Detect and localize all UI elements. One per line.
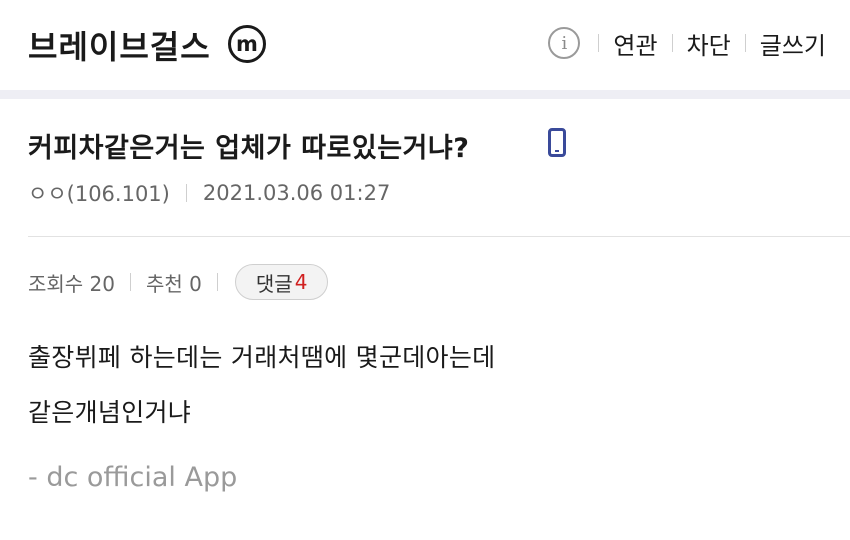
comments-button[interactable]: 댓글 4 xyxy=(234,264,329,300)
section-band xyxy=(0,90,850,99)
meta-separator xyxy=(185,184,187,202)
header-separator xyxy=(598,34,600,52)
post-body-line: 같은개념인거냐 xyxy=(28,398,192,427)
header-separator xyxy=(671,34,673,52)
post-body-line: 출장뷔페 하는데는 거래처땜에 몇군데아는데 xyxy=(28,343,496,372)
related-link[interactable]: 연관 xyxy=(613,26,657,61)
minor-gallery-badge-icon: m xyxy=(228,25,266,63)
gallery-header: 브레이브걸스 m i 연관 차단 글쓰기 xyxy=(0,0,850,90)
post-meta: ㅇㅇ(106.101) 2021.03.06 01:27 xyxy=(28,178,390,208)
post-page: 브레이브걸스 m i 연관 차단 글쓰기 커피차같은거는 업체가 따로있는거냐?… xyxy=(0,0,850,540)
post-datetime: 2021.03.06 01:27 xyxy=(202,181,391,205)
stats-separator xyxy=(130,273,132,291)
header-actions: i 연관 차단 글쓰기 xyxy=(548,26,826,60)
gallery-title[interactable]: 브레이브걸스 xyxy=(28,22,211,68)
mobile-phone-icon xyxy=(548,128,566,157)
comments-label: 댓글 xyxy=(255,271,293,296)
divider xyxy=(28,236,850,237)
info-circle-icon[interactable]: i xyxy=(548,27,581,59)
post-stats: 조회수 20 추천 0 댓글 4 xyxy=(28,262,329,302)
block-link[interactable]: 차단 xyxy=(687,26,731,61)
stats-separator xyxy=(216,273,218,291)
view-count: 조회수 20 xyxy=(28,271,116,296)
author-name[interactable]: ㅇㅇ(106.101) xyxy=(28,178,170,208)
comments-count: 4 xyxy=(294,270,308,294)
write-post-link[interactable]: 글쓰기 xyxy=(760,26,826,61)
header-separator xyxy=(744,34,746,52)
recommend-count: 추천 0 xyxy=(146,271,202,296)
post-title: 커피차같은거는 업체가 따로있는거냐? xyxy=(28,133,470,164)
app-signature: - dc official App xyxy=(28,462,238,493)
